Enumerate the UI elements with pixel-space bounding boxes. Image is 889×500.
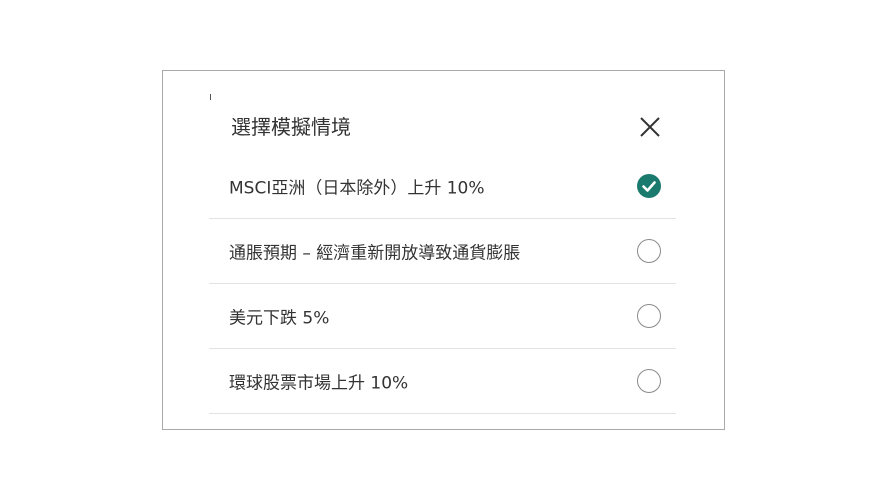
- scenario-option-label: 美元下跌 5%: [229, 308, 330, 329]
- scenario-radio[interactable]: [637, 239, 661, 263]
- scenario-option[interactable]: 環球股票市場上升 10%: [209, 349, 676, 414]
- scenario-radio[interactable]: [637, 369, 661, 393]
- scenario-option[interactable]: MSCI亞洲（日本除外）上升 10%: [209, 154, 676, 219]
- scenario-radio[interactable]: [637, 174, 661, 198]
- scenario-option-label: 通脹預期 – 經濟重新開放導致通貨膨脹: [229, 243, 521, 264]
- scenario-option-label: MSCI亞洲（日本除外）上升 10%: [229, 178, 485, 199]
- dialog-title: 選擇模擬情境: [231, 115, 351, 139]
- cursor-mark: [210, 94, 211, 100]
- scenario-options-list: MSCI亞洲（日本除外）上升 10% 通脹預期 – 經濟重新開放導致通貨膨脹 美…: [209, 154, 676, 414]
- close-icon: [640, 117, 660, 137]
- scenario-dialog: 選擇模擬情境 MSCI亞洲（日本除外）上升 10% 通脹預期 – 經濟重新開放導…: [162, 70, 725, 430]
- scenario-option-label: 環球股票市場上升 10%: [229, 373, 409, 394]
- scenario-option[interactable]: 通脹預期 – 經濟重新開放導致通貨膨脹: [209, 219, 676, 284]
- scenario-option[interactable]: 美元下跌 5%: [209, 284, 676, 349]
- close-button[interactable]: [637, 114, 663, 140]
- scenario-radio[interactable]: [637, 304, 661, 328]
- checkmark-icon: [642, 181, 656, 192]
